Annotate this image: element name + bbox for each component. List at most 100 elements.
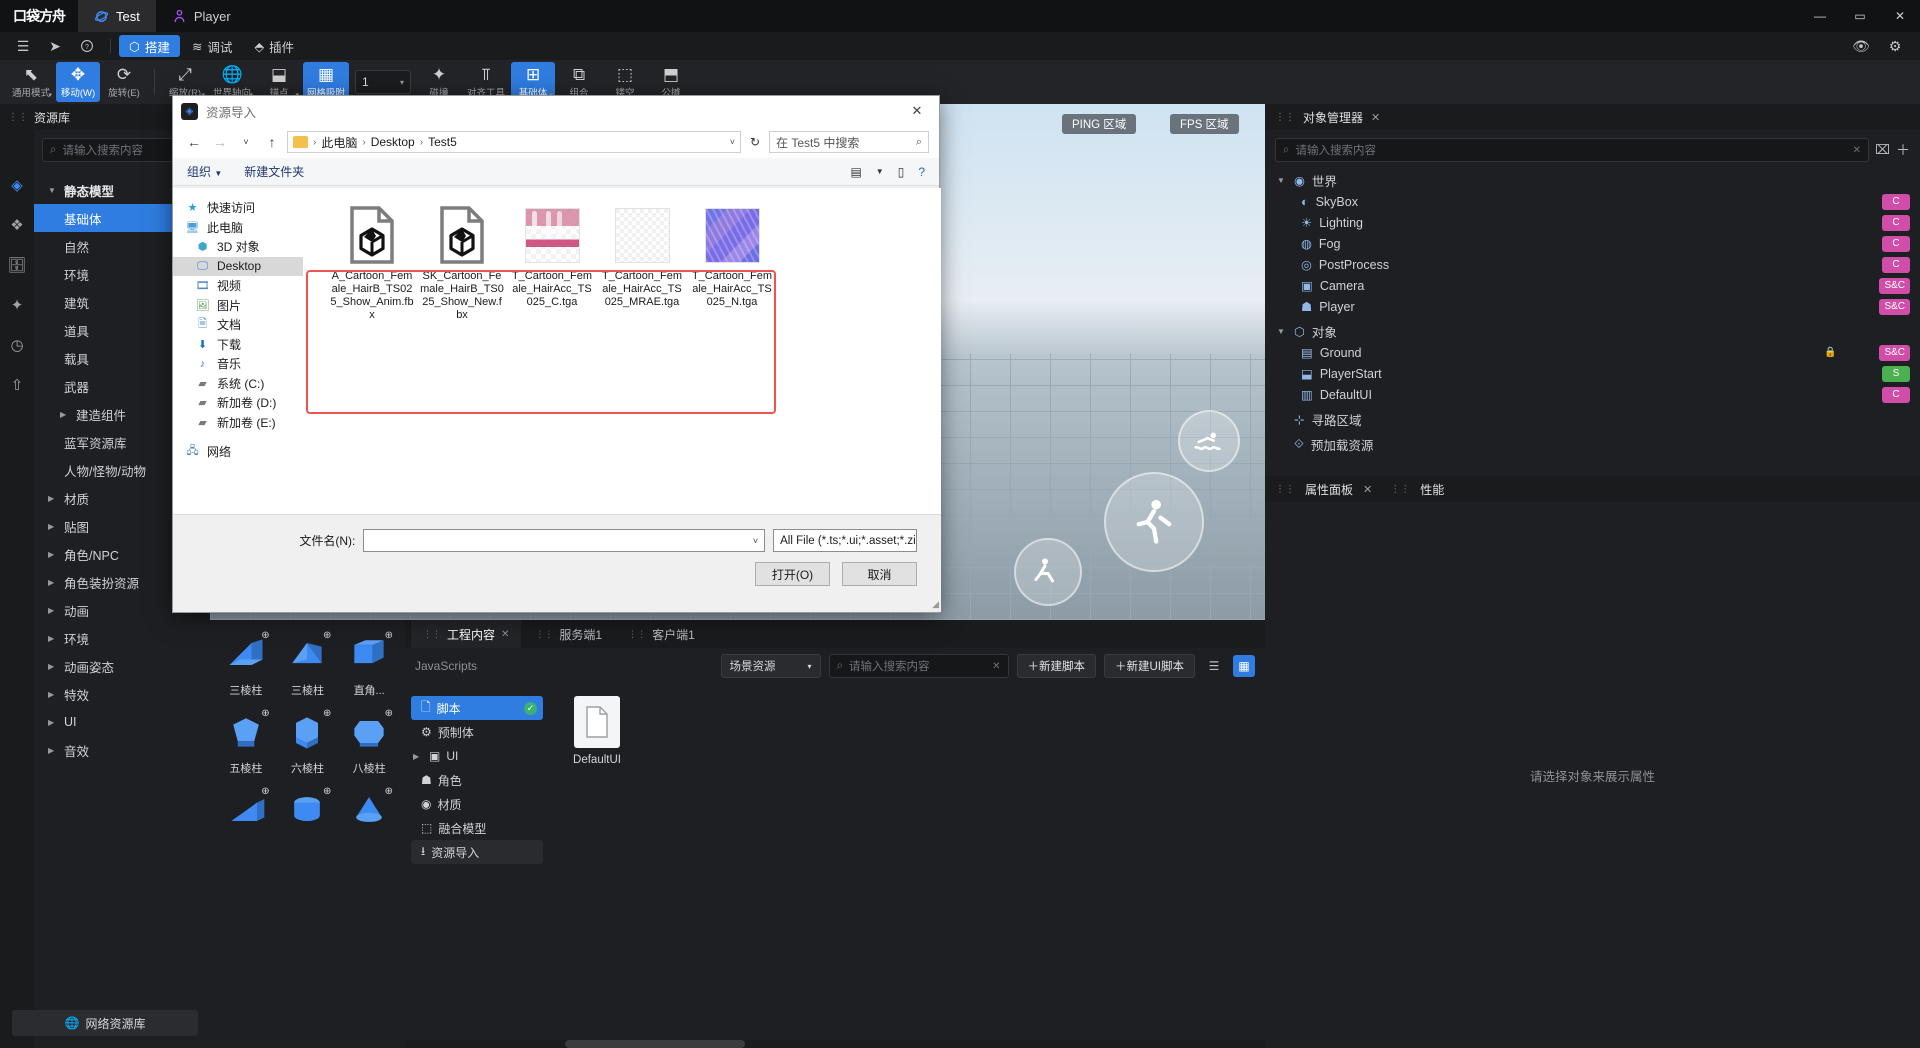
close-icon[interactable]: ✕ xyxy=(501,629,509,640)
dock-horizontal-scrollbar[interactable] xyxy=(405,1040,1265,1048)
magnifier-plus-icon[interactable]: ⊕ xyxy=(323,708,331,719)
object-row-skybox[interactable]: ◐ SkyBox C xyxy=(1277,191,1920,212)
menu-item-plugin[interactable]: ⬘ 插件 xyxy=(244,35,304,57)
star-icon[interactable]: ✦ xyxy=(6,294,28,316)
send-icon[interactable]: ➤ xyxy=(40,34,70,58)
briefcase-icon[interactable]: 🗄 xyxy=(6,254,28,276)
sidebar-item-drive-e[interactable]: ▰ 新加卷 (E:) xyxy=(173,413,303,433)
crouch-gizmo[interactable] xyxy=(1014,538,1082,606)
object-row-preload[interactable]: ⟐ 预加载资源 xyxy=(1277,434,1920,455)
view-icon[interactable]: ▤ xyxy=(850,165,861,179)
new-ui-script-button[interactable]: ＋新建UI脚本 xyxy=(1104,654,1195,678)
cancel-button[interactable]: 取消 xyxy=(842,562,917,586)
asset-cell[interactable]: ⊕ 三棱柱 xyxy=(278,628,338,700)
sidebar-item-network[interactable]: 🖧 网络 xyxy=(173,442,303,462)
app-tab-test[interactable]: Test xyxy=(78,0,156,32)
sidebar-item-drive-d[interactable]: ▰ 新加卷 (D:) xyxy=(173,393,303,413)
chevron-down-icon[interactable]: ˅ xyxy=(730,137,735,147)
object-row-ground[interactable]: ▤ Ground 🔒 S&C xyxy=(1277,342,1920,363)
grid-size-input[interactable]: 1 ▾ xyxy=(355,70,412,94)
chevron-down-icon[interactable]: ▾ xyxy=(400,78,404,87)
object-row-player[interactable]: ☗ Player S&C xyxy=(1277,296,1920,317)
lock-icon[interactable]: 🔒 xyxy=(1824,347,1836,358)
clock-icon[interactable]: ◷ xyxy=(6,334,28,356)
close-icon[interactable]: ✕ xyxy=(903,99,931,123)
dock-tree-item-merged-model[interactable]: ⬚ 融合模型 xyxy=(411,816,543,840)
filter-icon[interactable]: ⌧ xyxy=(1875,142,1890,158)
plus-icon[interactable]: ＋ xyxy=(1896,140,1910,160)
file-item[interactable]: SK_Cartoon_Female_HairB_TS025_Show_New.f… xyxy=(417,204,507,322)
lib-item-poses[interactable]: ▶ 动画姿态 xyxy=(34,652,210,680)
magnifier-plus-icon[interactable]: ⊕ xyxy=(385,708,393,719)
lib-item-ui[interactable]: ▶ UI xyxy=(34,708,210,736)
chevron-down-icon[interactable]: ▾ xyxy=(49,91,53,99)
object-manager-title[interactable]: 对象管理器 xyxy=(1303,109,1363,126)
network-library-button[interactable]: 🌐 网络资源库 xyxy=(12,1010,198,1036)
grid-view-icon[interactable]: ▦ xyxy=(1233,655,1255,677)
sidebar-item-this-pc[interactable]: 🖥 此电脑 xyxy=(173,218,303,238)
lib-item-environment2[interactable]: ▶ 环境 xyxy=(34,624,210,652)
sidebar-item-videos[interactable]: 🎞 视频 xyxy=(173,276,303,296)
dock-tree-item-character[interactable]: ☗ 角色 xyxy=(411,768,543,792)
property-panel-tab-performance[interactable]: 性能 xyxy=(1420,481,1444,498)
object-row-playerstart[interactable]: ⬓ PlayerStart S xyxy=(1277,363,1920,384)
dialog-file-area[interactable]: A_Cartoon_Female_HairB_TS025_Show_Anim.f… xyxy=(303,188,941,566)
refresh-icon[interactable]: ↻ xyxy=(745,131,765,153)
tool-general-mode[interactable]: ⬉ 通用模式 ▾ xyxy=(8,62,54,102)
property-panel-title[interactable]: 属性面板 xyxy=(1305,481,1353,498)
asset-import-dialog[interactable]: ◈ 资源导入 ✕ ← → ˅ ↑ › 此电脑 › Desktop › Test5… xyxy=(172,95,941,613)
dock-tree-item-ui[interactable]: ▶ ▣ UI xyxy=(411,744,543,768)
magnifier-plus-icon[interactable]: ⊕ xyxy=(385,630,393,641)
asset-cell[interactable]: ⊕ xyxy=(216,784,276,856)
asset-cell[interactable]: ⊕ 六棱柱 xyxy=(278,706,338,778)
up-button[interactable]: ↑ xyxy=(261,131,283,153)
dock-search-input[interactable]: ⌕ 请输入搜索内容 ✕ xyxy=(828,654,1009,678)
menu-item-build[interactable]: ⬡ 搭建 xyxy=(119,35,180,57)
magnifier-plus-icon[interactable]: ⊕ xyxy=(385,786,393,797)
magnifier-plus-icon[interactable]: ⊕ xyxy=(323,630,331,641)
object-row-objects[interactable]: ▼ ⬡ 对象 xyxy=(1277,321,1920,342)
sidebar-item-drive-c[interactable]: ▰ 系统 (C:) xyxy=(173,374,303,394)
asset-cell[interactable]: ⊕ 五棱柱 xyxy=(216,706,276,778)
dock-tree-item-scripts[interactable]: 🗋 脚本 ✓ xyxy=(411,696,543,720)
list-view-icon[interactable]: ☰ xyxy=(1203,655,1225,677)
clear-icon[interactable]: ✕ xyxy=(992,661,1000,672)
sidebar-item-3d-objects[interactable]: ⬢ 3D 对象 xyxy=(173,237,303,257)
file-item[interactable]: T_Cartoon_Female_HairAcc_TS025_C.tga xyxy=(507,204,597,322)
breadcrumb-item-pc[interactable]: 此电脑 xyxy=(321,134,357,151)
menu-item-debug[interactable]: ≋ 调试 xyxy=(182,35,243,57)
asset-cell[interactable]: ⊕ xyxy=(278,784,338,856)
eye-icon[interactable]: 👁 xyxy=(1846,34,1876,58)
sidebar-item-pictures[interactable]: 🖼 图片 xyxy=(173,296,303,316)
breadcrumb-item-desktop[interactable]: Desktop xyxy=(371,135,415,149)
grid-icon[interactable]: ❖ xyxy=(6,214,28,236)
breadcrumb-item-test5[interactable]: Test5 xyxy=(428,135,457,149)
forward-button[interactable]: → xyxy=(209,131,231,153)
back-button[interactable]: ← xyxy=(183,131,205,153)
file-item[interactable]: T_Cartoon_Female_HairAcc_TS025_N.tga xyxy=(687,204,777,322)
sidebar-item-downloads[interactable]: ⬇ 下载 xyxy=(173,335,303,355)
chevron-down-icon[interactable]: ▼ xyxy=(876,167,884,176)
dock-file-item[interactable]: DefaultUI xyxy=(555,696,639,766)
dock-tab-client1[interactable]: ⋮⋮ 客户端1 xyxy=(616,620,707,648)
help-icon[interactable]: ? xyxy=(72,34,102,58)
magnifier-plus-icon[interactable]: ⊕ xyxy=(323,786,331,797)
file-item[interactable]: A_Cartoon_Female_HairB_TS025_Show_Anim.f… xyxy=(327,204,417,322)
asset-cell[interactable]: ⊕ xyxy=(339,784,399,856)
asset-cell[interactable]: ⊕ 八棱柱 xyxy=(339,706,399,778)
tool-rotate[interactable]: ⟳ 旋转(E) xyxy=(102,62,146,102)
sidebar-item-documents[interactable]: 🗎 文档 xyxy=(173,315,303,335)
hamburger-icon[interactable]: ☰ xyxy=(8,34,38,58)
dock-tab-server1[interactable]: ⋮⋮ 服务端1 xyxy=(523,620,614,648)
preview-pane-icon[interactable]: ▯ xyxy=(898,165,905,179)
upload-icon[interactable]: ⇧ xyxy=(6,374,28,396)
dock-tab-project-content[interactable]: ⋮⋮ 工程内容 ✕ xyxy=(411,620,522,648)
tool-move[interactable]: ✥ 移动(W) xyxy=(56,62,101,102)
chevron-down-icon[interactable]: ˅ xyxy=(753,536,758,546)
new-script-button[interactable]: ＋新建脚本 xyxy=(1016,654,1096,678)
app-tab-player[interactable]: Player xyxy=(156,0,247,32)
object-row-fog[interactable]: ◍ Fog C xyxy=(1277,233,1920,254)
object-row-postprocess[interactable]: ◎ PostProcess C xyxy=(1277,254,1920,275)
maximize-button[interactable]: ▭ xyxy=(1840,0,1880,32)
library-tab-label[interactable]: 资源库 xyxy=(34,109,70,126)
